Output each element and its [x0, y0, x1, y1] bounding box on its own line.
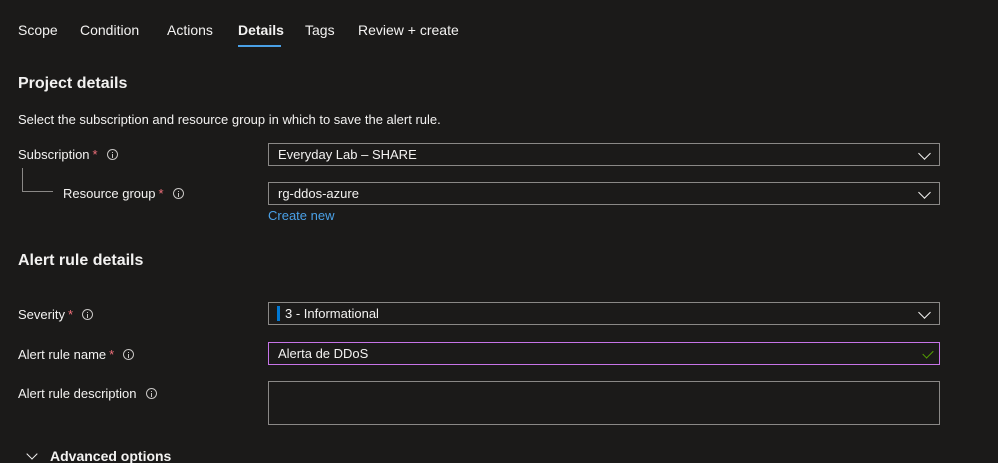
checkmark-icon — [922, 347, 934, 359]
resource-group-label-text: Resource group — [63, 186, 156, 201]
subscription-label-text: Subscription — [18, 147, 90, 162]
severity-label: Severity * — [18, 307, 94, 322]
severity-label-text: Severity — [18, 307, 65, 322]
chevron-down-icon — [26, 448, 38, 460]
subscription-label: Subscription * — [18, 147, 118, 162]
project-details-description: Select the subscription and resource gro… — [18, 112, 441, 127]
chevron-down-icon — [918, 147, 931, 160]
tab-bar: Scope Condition Actions Details Tags Rev… — [0, 0, 998, 50]
chevron-down-icon — [918, 186, 931, 199]
tab-scope[interactable]: Scope — [18, 22, 58, 38]
tree-connector — [22, 191, 53, 192]
alert-rule-name-value: Alerta de DDoS — [278, 346, 369, 361]
tab-details[interactable]: Details — [238, 22, 284, 38]
info-icon[interactable] — [145, 388, 157, 399]
alert-rule-name-input[interactable]: Alerta de DDoS — [268, 342, 940, 365]
tab-actions[interactable]: Actions — [167, 22, 213, 38]
required-marker: * — [158, 186, 164, 201]
required-marker: * — [92, 147, 98, 162]
info-icon[interactable] — [123, 349, 135, 360]
severity-color-bar — [277, 306, 280, 321]
alert-rule-name-label-text: Alert rule name — [18, 347, 107, 362]
alert-rule-description-label-text: Alert rule description — [18, 386, 137, 401]
subscription-value: Everyday Lab – SHARE — [278, 147, 417, 162]
resource-group-dropdown[interactable]: rg-ddos-azure — [268, 182, 940, 205]
resource-group-value: rg-ddos-azure — [278, 186, 359, 201]
severity-dropdown[interactable]: 3 - Informational — [268, 302, 940, 325]
active-tab-indicator — [238, 45, 281, 47]
tab-tags[interactable]: Tags — [305, 22, 335, 38]
alert-rule-description-label: Alert rule description — [18, 386, 157, 401]
advanced-options-label: Advanced options — [50, 448, 172, 463]
create-new-link[interactable]: Create new — [268, 208, 334, 223]
required-marker: * — [67, 307, 74, 322]
chevron-down-icon — [918, 306, 931, 319]
severity-value: 3 - Informational — [285, 306, 379, 321]
resource-group-label: Resource group * — [63, 186, 184, 201]
required-marker: * — [109, 347, 115, 362]
subscription-dropdown[interactable]: Everyday Lab – SHARE — [268, 143, 940, 166]
project-details-heading: Project details — [18, 75, 128, 92]
info-icon[interactable] — [82, 309, 94, 320]
info-icon[interactable] — [106, 149, 118, 160]
alert-rule-details-heading: Alert rule details — [18, 252, 144, 269]
info-icon[interactable] — [172, 188, 184, 199]
tab-condition[interactable]: Condition — [80, 22, 139, 38]
alert-rule-description-textarea[interactable] — [268, 381, 940, 425]
tree-connector — [22, 168, 23, 192]
alert-rule-name-label: Alert rule name * — [18, 347, 135, 362]
tab-review-create[interactable]: Review + create — [358, 22, 459, 38]
advanced-options-toggle[interactable]: Advanced options — [26, 448, 172, 463]
